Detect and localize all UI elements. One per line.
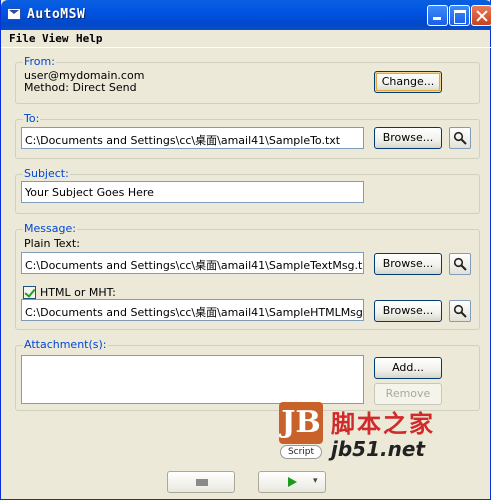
plain-preview-button[interactable] <box>449 253 471 275</box>
html-browse-button[interactable]: Browse... <box>374 300 442 322</box>
menu-help[interactable]: Help <box>76 32 103 45</box>
from-method: Method: Direct Send <box>24 81 137 94</box>
stop-button[interactable] <box>167 471 235 493</box>
from-legend: From: <box>23 55 56 68</box>
plain-text-path-input[interactable]: C:\Documents and Settings\cc\桌面\amail41\… <box>21 252 364 274</box>
to-preview-button[interactable] <box>449 127 471 149</box>
html-preview-button[interactable] <box>449 300 471 322</box>
html-path-input[interactable]: C:\Documents and Settings\cc\桌面\amail41\… <box>21 299 364 321</box>
subject-legend: Subject: <box>23 167 70 180</box>
add-attachment-button[interactable]: Add... <box>374 357 442 379</box>
app-mail-icon <box>7 8 21 20</box>
title-bar[interactable]: AutoMSW <box>1 0 491 30</box>
menu-bar: File View Help <box>1 30 491 48</box>
stop-icon <box>196 479 208 486</box>
message-legend: Message: <box>23 222 77 235</box>
magnifier-icon <box>453 257 467 271</box>
attachments-list[interactable] <box>21 355 364 404</box>
plain-text-label: Plain Text: <box>24 237 80 250</box>
to-path-input[interactable]: C:\Documents and Settings\cc\桌面\amail41\… <box>21 127 364 149</box>
minimize-button[interactable] <box>427 5 448 26</box>
watermark-url: jb51.net <box>331 437 425 461</box>
dropdown-arrow-icon: ▾ <box>313 476 318 486</box>
window-title: AutoMSW <box>27 7 86 22</box>
watermark-logo: JB <box>279 402 323 444</box>
magnifier-icon <box>453 131 467 145</box>
to-legend: To: <box>23 112 41 125</box>
change-button[interactable]: Change... <box>374 71 442 93</box>
html-checkbox[interactable] <box>23 286 36 299</box>
play-icon <box>288 477 297 487</box>
watermark-cn-text: 脚本之家 <box>331 410 435 438</box>
magnifier-icon <box>453 304 467 318</box>
attachments-legend: Attachment(s): <box>23 338 108 351</box>
watermark-script-badge: Script <box>280 445 322 459</box>
subject-input[interactable]: Your Subject Goes Here <box>21 181 364 203</box>
maximize-button[interactable] <box>449 5 470 26</box>
app-window: AutoMSW File View Help From: user@mydoma… <box>0 0 491 500</box>
menu-file[interactable]: File <box>9 32 36 45</box>
close-button[interactable] <box>471 5 491 26</box>
to-browse-button[interactable]: Browse... <box>374 127 442 149</box>
plain-browse-button[interactable]: Browse... <box>374 253 442 275</box>
send-button[interactable]: ▾ <box>258 471 326 493</box>
html-label: HTML or MHT: <box>40 286 116 299</box>
menu-view[interactable]: View <box>42 32 69 45</box>
remove-attachment-button[interactable]: Remove <box>374 383 442 405</box>
